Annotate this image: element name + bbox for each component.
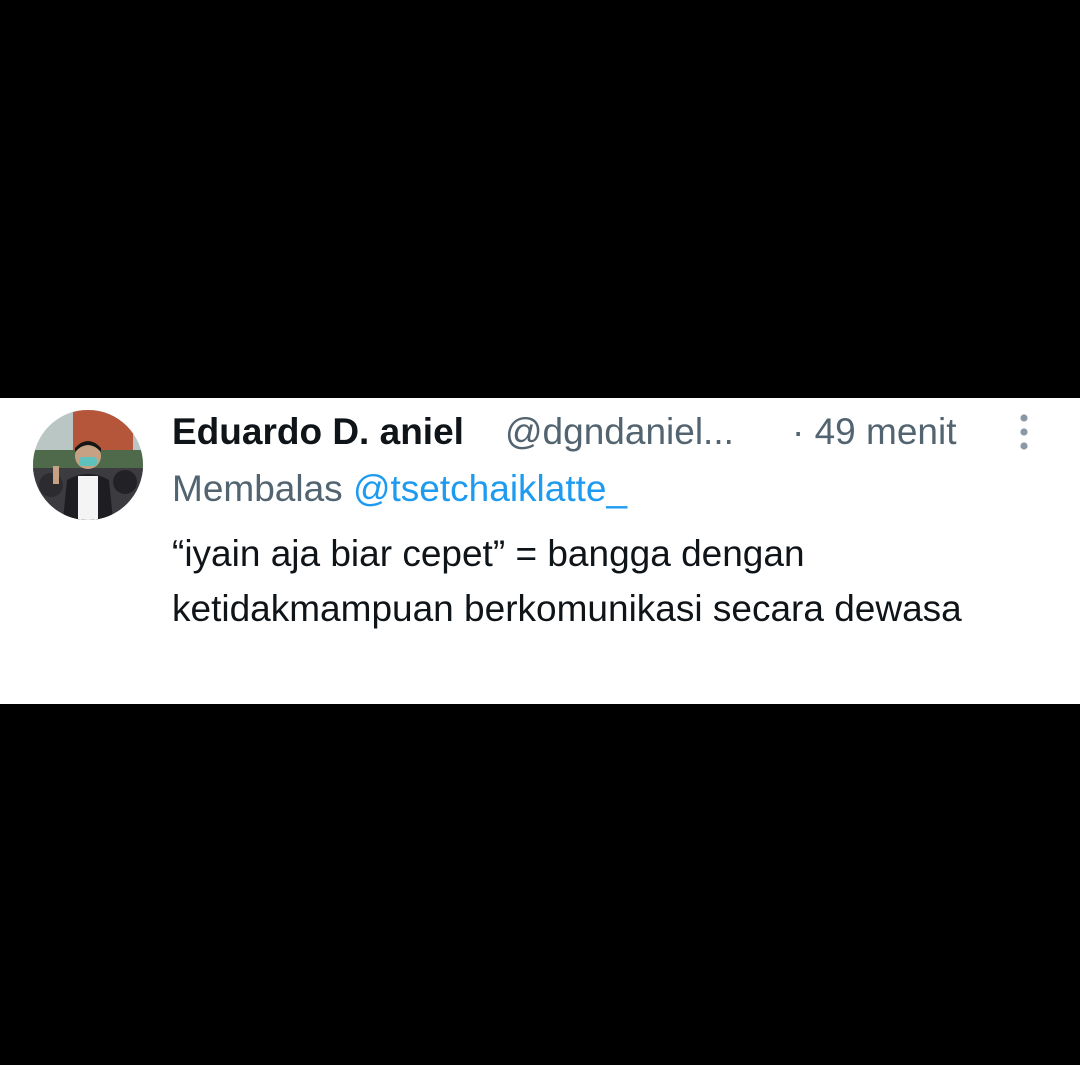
screenshot-frame: Eduardo D. aniel @dgndaniel... · 49 meni…	[0, 0, 1080, 1065]
avatar[interactable]	[33, 410, 143, 520]
reply-mention-link[interactable]: @tsetchaiklatte_	[353, 468, 627, 509]
vertical-ellipsis-icon	[1020, 414, 1028, 450]
tweet-card[interactable]: Eduardo D. aniel @dgndaniel... · 49 meni…	[0, 398, 1080, 704]
reply-prefix: Membalas	[172, 468, 343, 509]
more-options-button[interactable]	[1006, 412, 1042, 452]
display-name[interactable]: Eduardo D. aniel	[172, 406, 464, 458]
avatar-photo	[33, 410, 143, 520]
tweet-text: “iyain aja biar cepet” = bangga dengan k…	[172, 533, 962, 629]
reply-context: Membalas @tsetchaiklatte_	[172, 464, 627, 514]
username-handle[interactable]: @dgndaniel...	[505, 406, 765, 458]
tweet-header: Eduardo D. aniel @dgndaniel... · 49 meni…	[172, 406, 992, 458]
timestamp[interactable]: · 49 menit	[792, 406, 957, 458]
